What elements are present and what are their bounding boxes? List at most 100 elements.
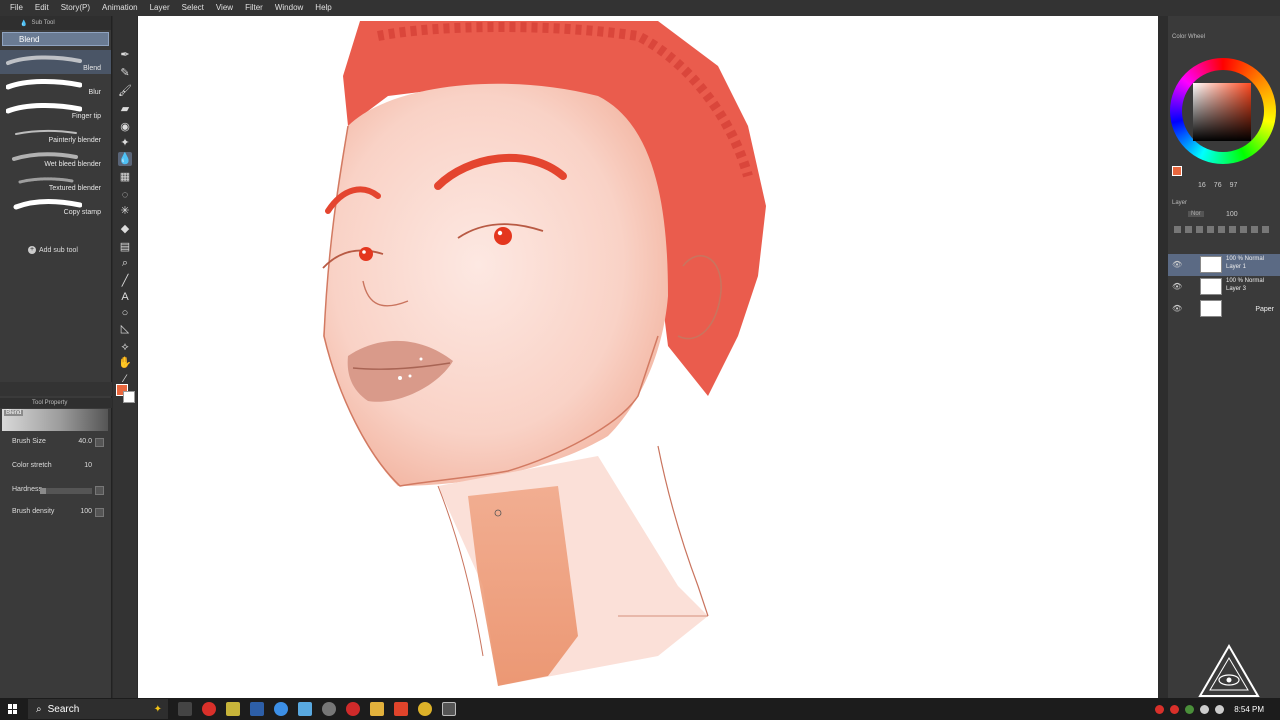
taskbar-clock[interactable]: 8:54 PM [1234,705,1264,714]
brush-copy-stamp[interactable]: Copy stamp [0,194,111,218]
layer-folder-icon[interactable] [1229,226,1236,233]
tray-icon-red-2[interactable] [1170,704,1180,714]
windows-start-icon[interactable] [8,704,18,714]
layer-delete-icon[interactable] [1262,226,1269,233]
brave-icon[interactable] [394,702,408,716]
portrait-drawing [322,21,766,686]
color-stretch-value[interactable]: 10 [84,462,92,469]
lasso-icon[interactable]: ◌ [118,188,132,202]
brush-textured-blender[interactable]: Textured blender [0,170,111,194]
layer-row-1[interactable]: 👁 100 % Normal Layer 1 [1168,254,1280,276]
brush-label: Painterly blender [48,137,101,144]
clip-studio-icon[interactable] [442,702,456,716]
balloon-icon[interactable]: ○ [118,306,132,320]
menu-file[interactable]: File [4,0,29,16]
app-icon-opera[interactable] [346,702,360,716]
hardness-expand-button[interactable] [95,486,104,495]
eye-icon[interactable]: 👁 [1172,282,1182,291]
sparkle-icon: ✦ [153,703,162,715]
file-icon[interactable] [298,702,312,716]
eyedropper-icon[interactable]: ⌕ [118,256,132,270]
brush-density-dynamics-button[interactable] [95,508,104,517]
network-icon[interactable] [1200,704,1210,714]
eye-icon[interactable]: 👁 [1172,260,1182,269]
menu-animation[interactable]: Animation [96,0,144,16]
brush-finger-tip[interactable]: Finger tip [0,98,111,122]
brightness-value[interactable]: 97 [1230,182,1238,189]
app-icon-gray[interactable] [322,702,336,716]
pencil-icon[interactable]: ✎ [118,66,132,80]
taskbar-search[interactable]: ⌕ Search ✦ [28,699,168,719]
tray-icon-red[interactable] [1155,704,1165,714]
chrome-icon[interactable] [418,702,432,716]
sub-color-swatch[interactable] [123,391,135,403]
eye-icon[interactable]: 👁 [1172,304,1182,313]
sub-tool-panel: 💧 Sub Tool Blend Blend Blur Finger tip P… [0,16,112,698]
layer-new-icon[interactable] [1218,226,1225,233]
menu-layer[interactable]: Layer [144,0,176,16]
layer-row-paper[interactable]: 👁 Paper [1168,298,1280,320]
hue-value[interactable]: 16 [1198,182,1206,189]
drawing-canvas[interactable] [138,16,1158,698]
layer-opacity-value[interactable]: 100 [1226,211,1238,218]
decoration-icon[interactable]: ✦ [118,136,132,150]
brush-stroke-preview [6,55,82,65]
brush-blur[interactable]: Blur [0,74,111,98]
hardness-slider[interactable] [40,488,92,494]
brush-size-value[interactable]: 40.0 [78,438,92,445]
layer-row-3[interactable]: 👁 100 % Normal Layer 3 [1168,276,1280,298]
saturation-value-square[interactable] [1193,83,1251,141]
menu-filter[interactable]: Filter [239,0,269,16]
menu-story[interactable]: Story(P) [55,0,96,16]
blend-tool-icon[interactable]: 💧 [118,152,132,166]
hand-icon[interactable]: ✋ [118,356,132,370]
brush-label: Blur [88,89,101,96]
menu-view[interactable]: View [210,0,239,16]
folder-icon[interactable] [370,702,384,716]
volume-icon[interactable] [1215,704,1225,714]
app-window: File Edit Story(P) Animation Layer Selec… [0,0,1280,720]
plus-icon: + [28,246,36,254]
layer-lock-icon[interactable] [1174,226,1181,233]
menu-edit[interactable]: Edit [29,0,55,16]
gradient-icon[interactable]: ▤ [118,240,132,254]
brush-icon[interactable]: 🖌 [118,84,132,98]
airbrush-icon[interactable]: ◉ [118,120,132,134]
layer-clip-icon[interactable] [1185,226,1192,233]
brush-density-value[interactable]: 100 [80,508,92,515]
grid-icon[interactable]: ▦ [118,170,132,184]
menu-window[interactable]: Window [269,0,309,16]
tray-icon-green[interactable] [1185,704,1195,714]
move-icon[interactable]: ⟡ [118,340,132,354]
layer-copy-icon[interactable] [1240,226,1247,233]
layer-mask-icon[interactable] [1207,226,1214,233]
blend-mode-select[interactable]: Nor [1188,211,1204,217]
task-view-icon[interactable] [178,702,192,716]
brush-size-dynamics-button[interactable] [95,438,104,447]
sub-tool-icon: 💧 [20,20,28,27]
layer-merge-icon[interactable] [1251,226,1258,233]
sub-tool-tab-blend[interactable]: Blend [2,32,109,46]
menu-help[interactable]: Help [309,0,337,16]
layer-ref-icon[interactable] [1196,226,1203,233]
pen-icon[interactable]: ✒ [118,48,132,62]
add-sub-tool-button[interactable]: + Add sub tool [28,246,78,254]
line-icon[interactable]: ╱ [118,274,132,288]
magic-wand-icon[interactable]: ✳ [118,204,132,218]
ruler-icon[interactable]: ◺ [118,322,132,336]
text-icon[interactable]: A [118,290,132,304]
eraser-icon[interactable]: ▰ [118,102,132,116]
current-color-swatch[interactable] [1172,166,1182,176]
saturation-value[interactable]: 76 [1214,182,1222,189]
menu-select[interactable]: Select [176,0,210,16]
brush-painterly-blender[interactable]: Painterly blender [0,122,111,146]
app-icon-blue[interactable] [274,702,288,716]
brush-blend[interactable]: Blend [0,50,111,74]
brush-wet-bleed-blender[interactable]: Wet bleed blender [0,146,111,170]
brush-stroke-preview [6,102,82,114]
app-icon-red[interactable] [202,702,216,716]
color-stretch-row: Color stretch 10 [12,462,92,469]
app-icon-yellow[interactable] [226,702,240,716]
fill-icon[interactable]: ◆ [118,222,132,236]
photoshop-icon[interactable] [250,702,264,716]
